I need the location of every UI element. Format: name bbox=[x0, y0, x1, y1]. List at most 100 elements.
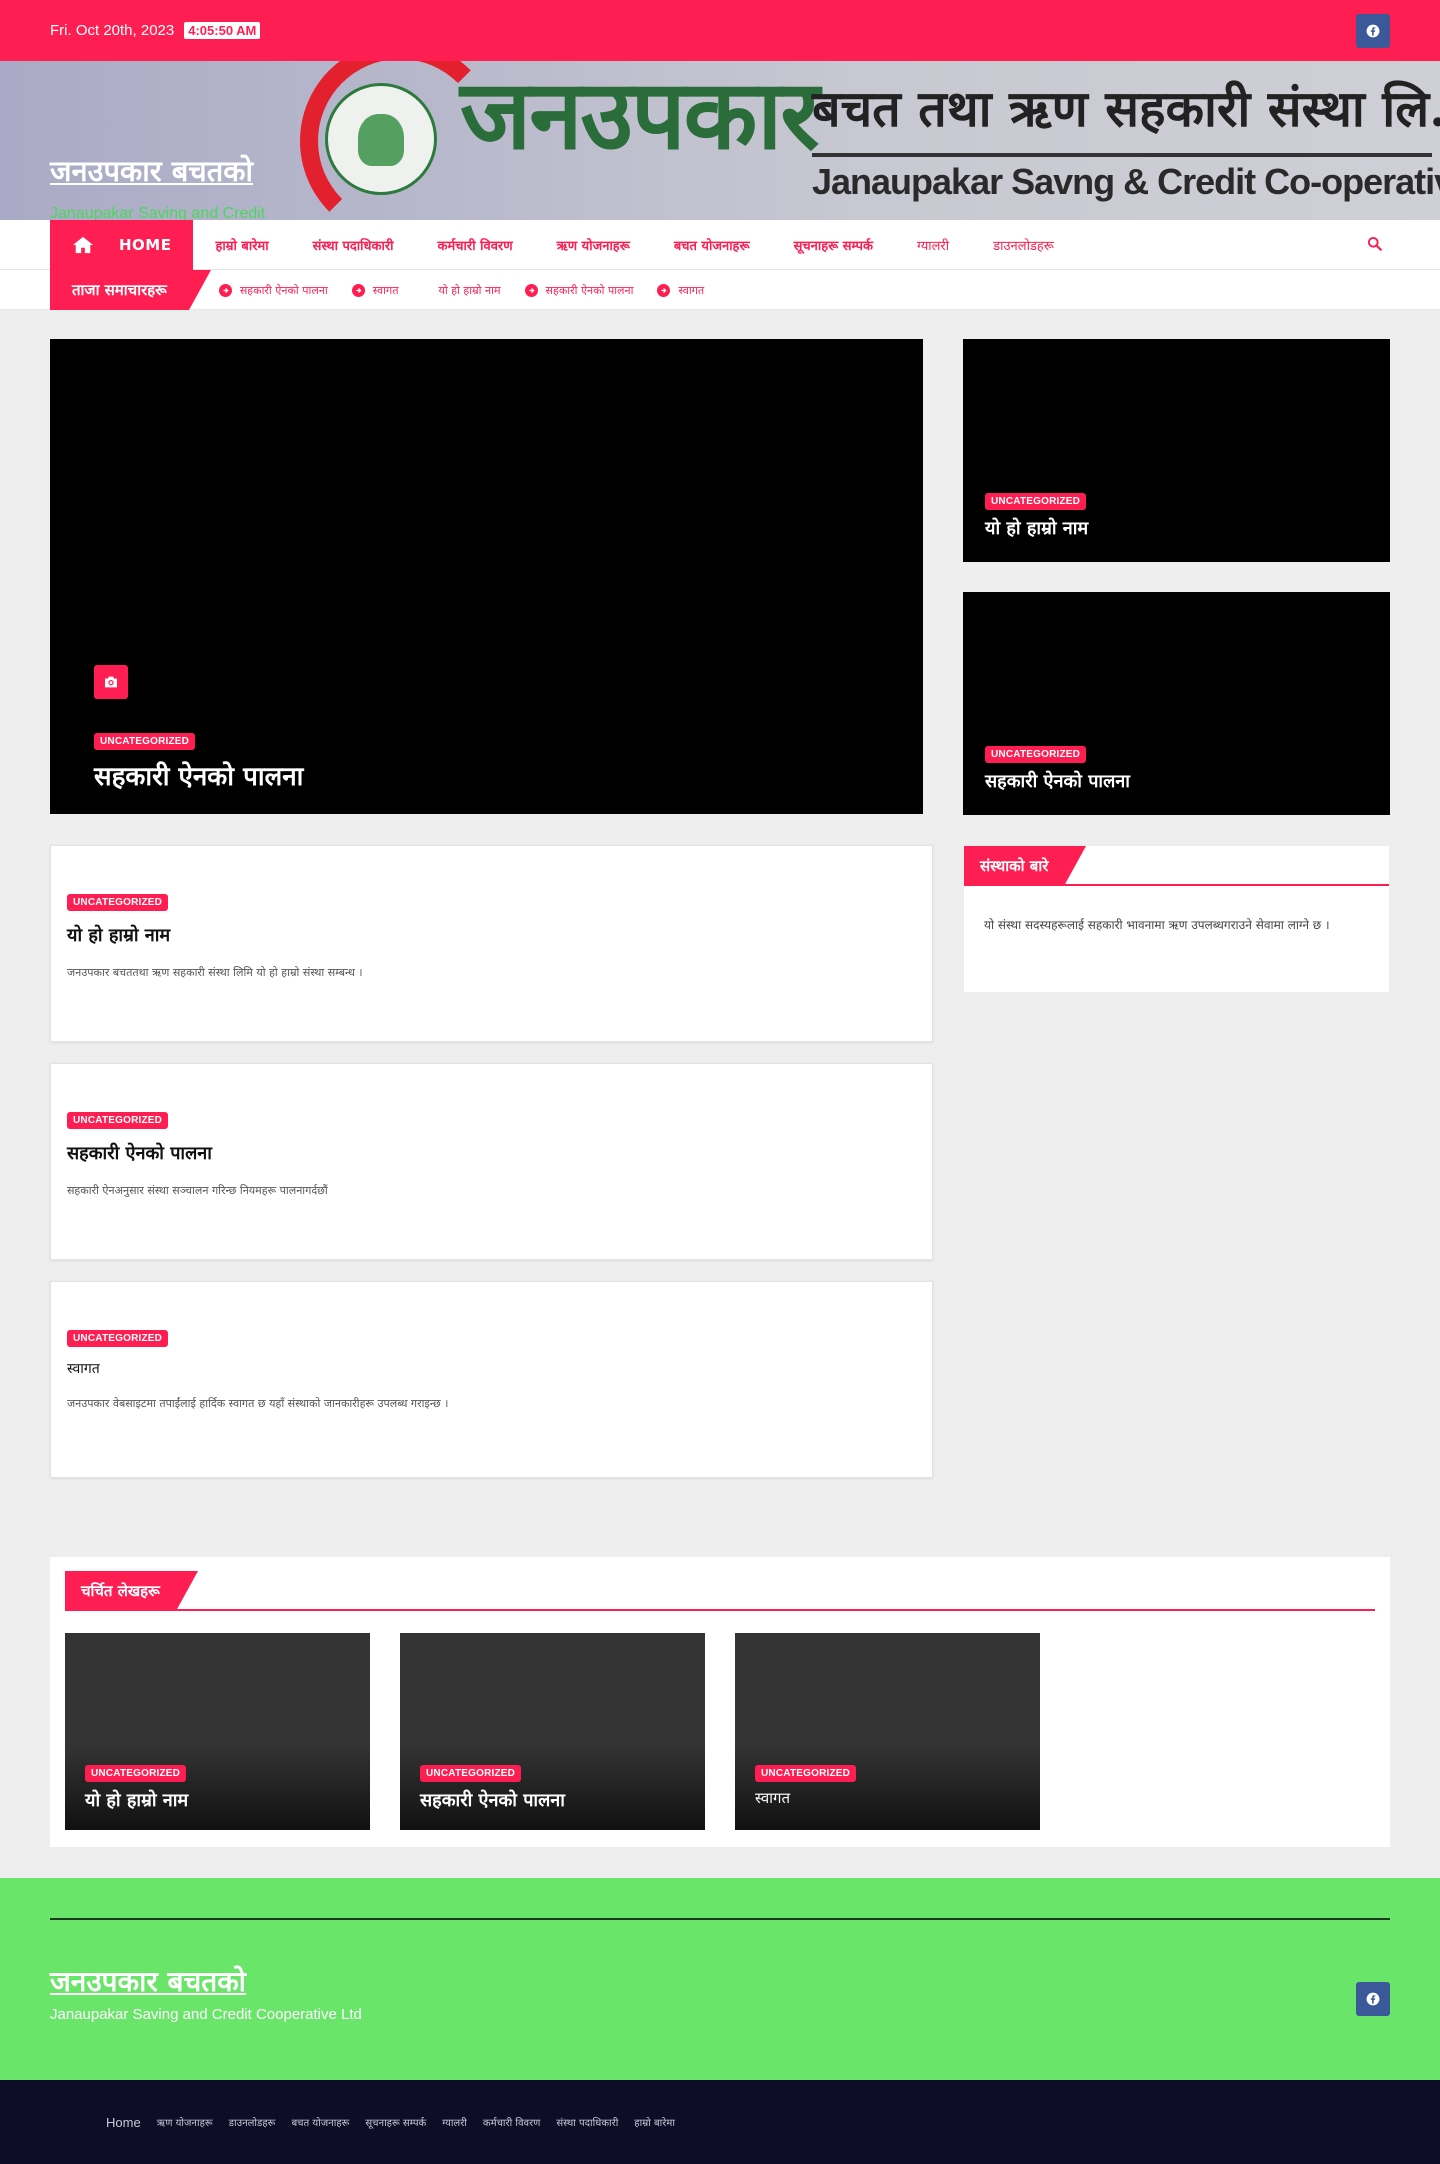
category-badge[interactable]: UNCATEGORIZED bbox=[985, 746, 1087, 763]
category-badge[interactable]: UNCATEGORIZED bbox=[420, 1765, 522, 1782]
ticker-item-label: स्वागत bbox=[678, 283, 705, 297]
popular-post-card[interactable]: UNCATEGORIZED सहकारी ऐनको पालना bbox=[400, 1633, 705, 1830]
category-badge[interactable]: UNCATEGORIZED bbox=[85, 1765, 187, 1782]
featured-side-title[interactable]: यो हो हाम्रो नाम bbox=[985, 516, 1088, 540]
featured-section: UNCATEGORIZED सहकारी ऐनको पालना UNCATEGO… bbox=[50, 339, 1390, 815]
footer-link[interactable]: हाम्रो बारेमा bbox=[634, 2115, 675, 2129]
popular-posts-row: UNCATEGORIZED यो हो हाम्रो नाम UNCATEGOR… bbox=[65, 1633, 1375, 1830]
category-badge[interactable]: UNCATEGORIZED bbox=[755, 1765, 857, 1782]
footer-link[interactable]: सूचनाहरू सम्पर्क bbox=[365, 2115, 426, 2129]
ticker-item-label: यो हो हाम्रो नाम bbox=[438, 283, 501, 297]
site-tagline: Janaupakar Saving and Credit Cooperative… bbox=[50, 205, 266, 220]
footer-facebook-link[interactable] bbox=[1356, 1982, 1390, 2016]
ticker-item-label: स्वागत bbox=[372, 283, 399, 297]
about-widget: संस्थाको बारे यो संस्था सदस्यहरूलाई सहका… bbox=[963, 845, 1390, 993]
arrow-circle-icon bbox=[351, 283, 365, 297]
nav-officials[interactable]: संस्था पदाधिकारी bbox=[291, 220, 416, 270]
post-card: UNCATEGORIZED सहकारी ऐनको पालना सहकारी ऐ… bbox=[50, 1063, 933, 1260]
popular-post-title[interactable]: यो हो हाम्रो नाम bbox=[85, 1788, 188, 1812]
top-bar: Fri. Oct 20th, 2023 4:05:50 AM bbox=[0, 0, 1440, 61]
post-title[interactable]: स्वागत bbox=[67, 1359, 916, 1378]
category-badge[interactable]: UNCATEGORIZED bbox=[67, 1330, 169, 1347]
footer-link-home[interactable]: Home bbox=[106, 2115, 141, 2130]
nav-notices-contact[interactable]: सूचनाहरू सम्पर्क bbox=[772, 220, 895, 270]
current-time: 4:05:50 AM bbox=[184, 22, 261, 39]
nav-staff[interactable]: कर्मचारी विवरण bbox=[416, 220, 535, 270]
popular-post-title[interactable]: स्वागत bbox=[755, 1788, 790, 1808]
nav-gallery[interactable]: ग्यालरी bbox=[895, 220, 971, 270]
current-date: Fri. Oct 20th, 2023 bbox=[50, 22, 175, 39]
nav-downloads[interactable]: डाउनलोडहरू bbox=[971, 220, 1076, 270]
featured-side-title[interactable]: सहकारी ऐनको पालना bbox=[985, 769, 1130, 793]
post-card: UNCATEGORIZED स्वागत जनउपकार वेबसाइटमा त… bbox=[50, 1281, 933, 1478]
post-card: UNCATEGORIZED यो हो हाम्रो नाम जनउपकार ब… bbox=[50, 845, 933, 1042]
ticker-item-label: सहकारी ऐनको पालना bbox=[545, 283, 634, 297]
banner-title: जनउपकार bbox=[460, 61, 820, 171]
sidebar: संस्थाको बारे यो संस्था सदस्यहरूलाई सहका… bbox=[963, 845, 1390, 1499]
footer-link[interactable]: संस्था पदाधिकारी bbox=[556, 2115, 618, 2129]
footer-link[interactable]: बचत योजनाहरू bbox=[291, 2115, 349, 2129]
nav-about[interactable]: हाम्रो बारेमा bbox=[193, 220, 290, 270]
widget-heading-label: संस्थाको बारे bbox=[964, 846, 1087, 886]
post-excerpt: जनउपकार बचततथा ऋण सहकारी संस्था लिमि यो … bbox=[67, 966, 363, 979]
featured-main-post[interactable]: UNCATEGORIZED सहकारी ऐनको पालना bbox=[50, 339, 923, 814]
nav-home[interactable]: HOME bbox=[116, 220, 194, 270]
main-navigation: HOME हाम्रो बारेमा संस्था पदाधिकारी कर्म… bbox=[0, 220, 1440, 270]
content-area: UNCATEGORIZED यो हो हाम्रो नाम जनउपकार ब… bbox=[50, 845, 1390, 1499]
category-badge[interactable]: UNCATEGORIZED bbox=[985, 493, 1087, 510]
banner-subtitle-english: Janaupakar Savng & Credit Co-operative S… bbox=[812, 161, 1440, 202]
widget-heading: संस्थाको बारे bbox=[964, 846, 1389, 886]
search-icon bbox=[1367, 236, 1382, 251]
facebook-icon bbox=[1366, 1992, 1380, 2006]
arrow-circle-icon bbox=[218, 283, 232, 297]
footer-site-title[interactable]: जनउपकार बचतको bbox=[50, 1962, 246, 2000]
popular-post-card[interactable]: UNCATEGORIZED स्वागत bbox=[735, 1633, 1040, 1830]
post-title[interactable]: सहकारी ऐनको पालना bbox=[67, 1141, 916, 1165]
facebook-link[interactable] bbox=[1356, 13, 1390, 48]
category-badge[interactable]: UNCATEGORIZED bbox=[67, 894, 169, 911]
widget-body: यो संस्था सदस्यहरूलाई सहकारी भावनामा ऋण … bbox=[984, 918, 1330, 932]
footer-tagline: Janaupakar Saving and Credit Cooperative… bbox=[50, 2006, 362, 2023]
ticker-item-label: सहकारी ऐनको पालना bbox=[239, 283, 328, 297]
ticker-item[interactable]: सहकारी ऐनको पालना bbox=[524, 283, 634, 298]
featured-main-title[interactable]: सहकारी ऐनको पालना bbox=[94, 757, 303, 793]
featured-side-posts: UNCATEGORIZED यो हो हाम्रो नाम UNCATEGOR… bbox=[963, 339, 1390, 815]
popular-post-title[interactable]: सहकारी ऐनको पालना bbox=[420, 1788, 565, 1812]
footer-link[interactable]: ग्यालरी bbox=[442, 2115, 467, 2129]
camera-icon bbox=[94, 665, 128, 699]
news-ticker: ताजा समाचारहरू सहकारी ऐनको पालना स्वागत … bbox=[0, 270, 1440, 310]
post-excerpt: जनउपकार वेबसाइटमा तपाईंलाई हार्दिक स्वाग… bbox=[67, 1397, 449, 1410]
facebook-icon bbox=[1366, 24, 1380, 37]
nav-loan-schemes[interactable]: ऋण योजनाहरू bbox=[535, 220, 652, 270]
footer-link[interactable]: कर्मचारी विवरण bbox=[483, 2115, 541, 2129]
arrow-circle-icon bbox=[657, 283, 671, 297]
featured-side-post[interactable]: UNCATEGORIZED यो हो हाम्रो नाम bbox=[963, 339, 1390, 562]
featured-side-post[interactable]: UNCATEGORIZED सहकारी ऐनको पालना bbox=[963, 592, 1390, 815]
footer-divider bbox=[50, 1918, 1390, 1920]
arrow-circle-icon bbox=[524, 283, 538, 297]
category-badge[interactable]: UNCATEGORIZED bbox=[67, 1112, 169, 1129]
ticker-item[interactable]: स्वागत bbox=[351, 283, 399, 298]
site-title-link[interactable]: जनउपकार बचतको bbox=[50, 151, 253, 190]
popular-posts-section: चर्चित लेखहरू UNCATEGORIZED यो हो हाम्रो… bbox=[50, 1557, 1390, 1847]
nav-home-icon-button[interactable] bbox=[50, 220, 116, 270]
ticker-item[interactable]: स्वागत bbox=[657, 283, 704, 298]
ticker-item[interactable]: सहकारी ऐनको पालना bbox=[218, 283, 328, 298]
post-title[interactable]: यो हो हाम्रो नाम bbox=[67, 923, 916, 947]
section-heading: चर्चित लेखहरू bbox=[65, 1571, 1375, 1611]
banner-subtitle-nepali: बचत तथा ऋण सहकारी संस्था लि. bbox=[812, 79, 1440, 138]
footer-link[interactable]: डाउनलोडहरू bbox=[229, 2115, 276, 2129]
category-badge[interactable]: UNCATEGORIZED bbox=[94, 733, 196, 750]
popular-post-card[interactable]: UNCATEGORIZED यो हो हाम्रो नाम bbox=[65, 1633, 370, 1830]
nav-saving-schemes[interactable]: बचत योजनाहरू bbox=[652, 220, 772, 270]
ticker-item[interactable]: यो हो हाम्रो नाम bbox=[438, 283, 500, 298]
site-footer: जनउपकार बचतको Janaupakar Saving and Cred… bbox=[0, 1878, 1440, 2080]
footer-link[interactable]: ऋण योजनाहरू bbox=[157, 2115, 213, 2129]
ticker-label: ताजा समाचारहरू bbox=[50, 270, 211, 310]
section-heading-label: चर्चित लेखहरू bbox=[65, 1571, 198, 1611]
cooperative-seal-icon bbox=[325, 83, 437, 195]
site-header: जनउपकार बचत तथा ऋण सहकारी संस्था लि. Jan… bbox=[0, 61, 1440, 220]
post-list: UNCATEGORIZED यो हो हाम्रो नाम जनउपकार ब… bbox=[50, 845, 933, 1499]
post-excerpt: सहकारी ऐनअनुसार संस्था सञ्चालन गरिन्छ नि… bbox=[67, 1184, 328, 1197]
search-button[interactable] bbox=[1367, 236, 1390, 255]
